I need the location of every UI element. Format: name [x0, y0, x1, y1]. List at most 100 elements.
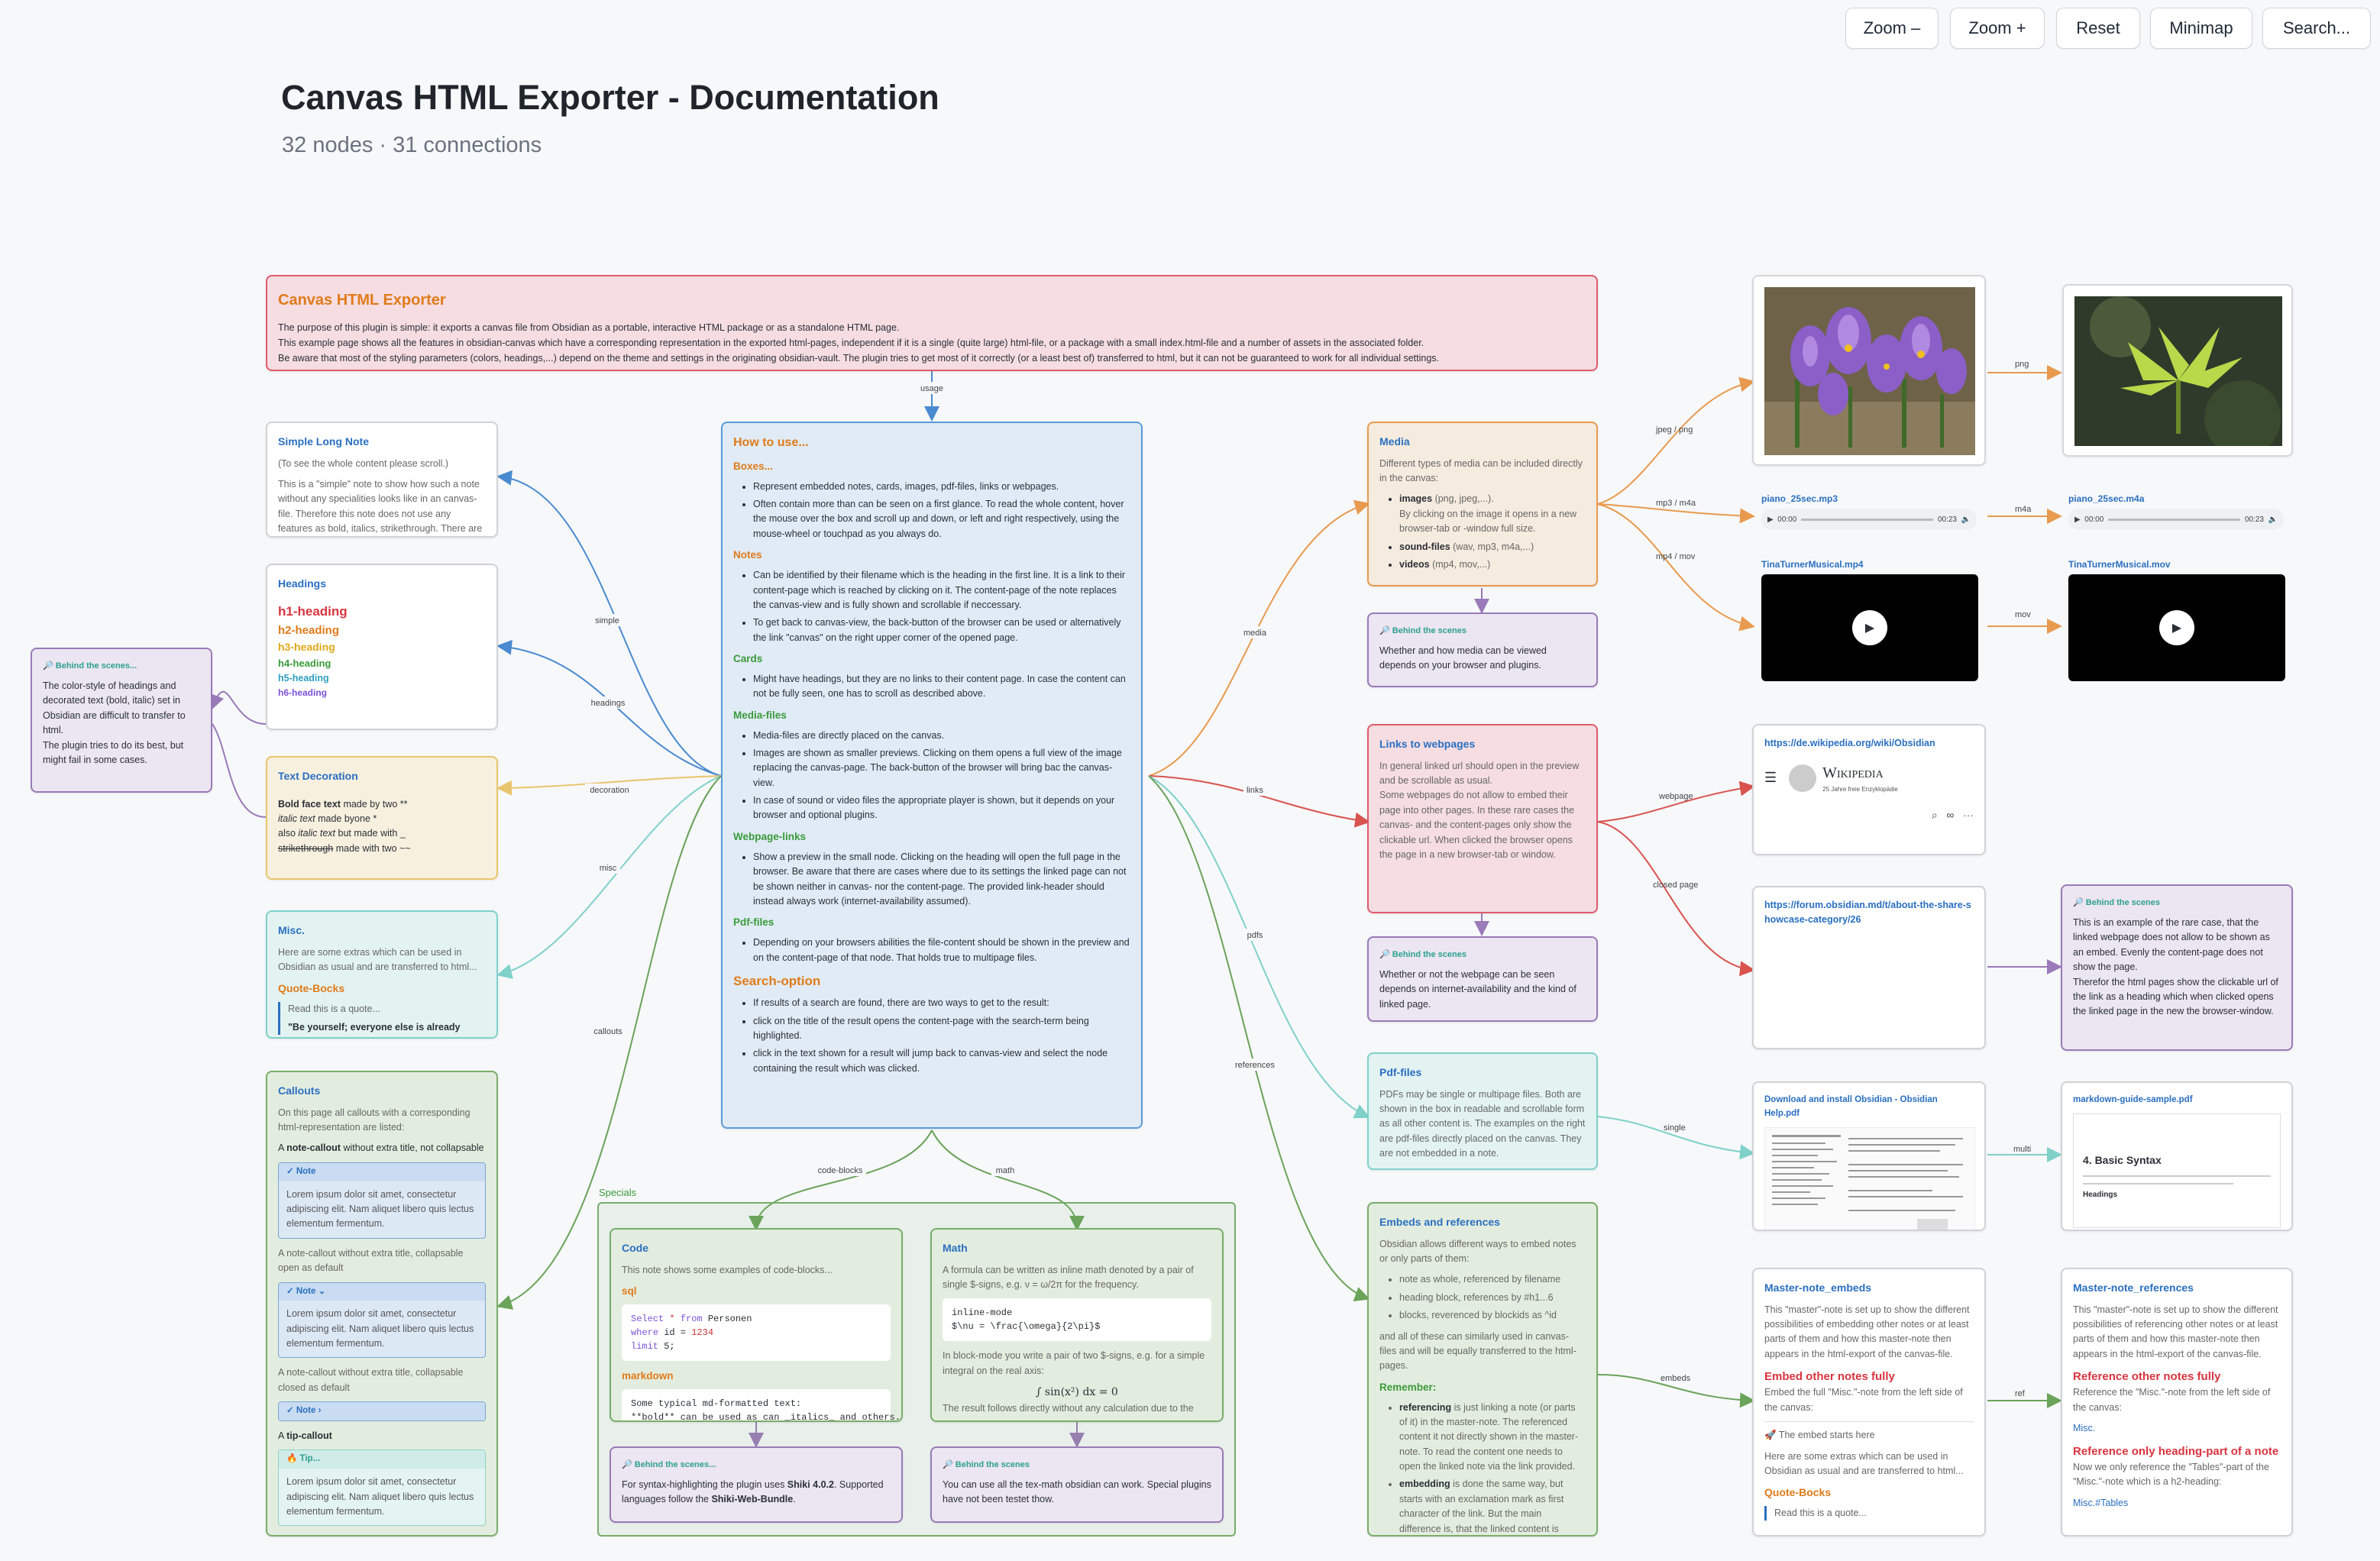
- embeds-text2: and all of these can similarly used in c…: [1379, 1330, 1576, 1372]
- pdf1-title[interactable]: Download and install Obsidian - Obsidian…: [1764, 1094, 1974, 1121]
- callouts-note[interactable]: Callouts On this page all callouts with …: [266, 1071, 498, 1537]
- bts-web-text2: Therefor the html pages show the clickab…: [2073, 976, 2278, 1017]
- math-text3: The result follows directly without any …: [943, 1402, 1194, 1414]
- embeds-references-note[interactable]: Embeds and references Obsidian allows di…: [1367, 1202, 1598, 1537]
- pdf-markdown-guide-node[interactable]: markdown-guide-sample.pdf 4. Basic Synta…: [2061, 1081, 2293, 1231]
- video2-label[interactable]: TinaTurnerMusical.mov: [2068, 559, 2171, 570]
- pdf1-preview[interactable]: [1764, 1126, 1976, 1231]
- pdf-files-note[interactable]: Pdf-files PDFs may be single or multipag…: [1367, 1052, 1598, 1170]
- crocus-image[interactable]: [1764, 287, 1975, 455]
- play-icon[interactable]: ▶: [2159, 610, 2194, 645]
- callouts-intro: On this page all callouts with a corresp…: [278, 1107, 471, 1133]
- howto-search-item: click in the text shown for a result wil…: [753, 1046, 1130, 1076]
- pdf-obsidian-help-node[interactable]: Download and install Obsidian - Obsidian…: [1752, 1081, 1986, 1231]
- decoration-line-strike: strikethrough made with two ~~: [278, 842, 411, 854]
- video1-label[interactable]: TinaTurnerMusical.mp4: [1761, 559, 1864, 570]
- code-title[interactable]: Code: [622, 1240, 891, 1257]
- how-to-use-card[interactable]: How to use... Boxes... Represent embedde…: [721, 422, 1143, 1129]
- audio1-player[interactable]: ▶ 00:00 00:23 🔈: [1761, 509, 1977, 530]
- chestnut-image[interactable]: [2074, 296, 2282, 457]
- howto-search-item: click on the title of the result opens t…: [753, 1014, 1130, 1044]
- edge-links: [1148, 775, 1370, 828]
- master-embeds-title[interactable]: Master-note_embeds: [1764, 1280, 1974, 1297]
- embeds-remember-item: embedding is done the same way, but star…: [1399, 1477, 1586, 1535]
- behind-scenes-headings[interactable]: 🔎 Behind the scenes... The color-style o…: [31, 648, 212, 793]
- crocus-image-node[interactable]: [1752, 275, 1986, 466]
- note-callout-3[interactable]: ✓ Note ›: [278, 1401, 486, 1421]
- master-embeds-qb: Quote-Bocks: [1764, 1486, 1832, 1499]
- howto-notes-heading: Notes: [733, 549, 762, 561]
- math-title[interactable]: Math: [943, 1240, 1211, 1257]
- sql-code-block: Select * from Personen where id = 1234 l…: [622, 1304, 891, 1361]
- howto-media-item: Images are shown as smaller previews. Cl…: [753, 746, 1130, 790]
- behind-scenes-webpage[interactable]: 🔎 Behind the scenes This is an example o…: [2061, 884, 2293, 1051]
- behind-scenes-media[interactable]: 🔎 Behind the scenes Whether and how medi…: [1367, 612, 1598, 687]
- behind-scenes-math[interactable]: 🔎 Behind the scenes You can use all the …: [930, 1446, 1224, 1523]
- embeds-title[interactable]: Embeds and references: [1379, 1214, 1586, 1231]
- chestnut-image-node[interactable]: [2062, 284, 2293, 457]
- more-icon[interactable]: ⋯: [1963, 809, 1974, 821]
- misc-note[interactable]: Misc. Here are some extras which can be …: [266, 910, 498, 1039]
- howto-notes-item: Can be identified by their filename whic…: [753, 568, 1130, 612]
- edge-label-code-blocks: code-blocks: [818, 1166, 863, 1175]
- edge-bts-left2: [212, 723, 267, 818]
- play-icon[interactable]: ▶: [1852, 610, 1887, 645]
- master-note-embeds[interactable]: Master-note_embeds This "master"-note is…: [1752, 1268, 1986, 1537]
- simple-note-title[interactable]: Simple Long Note: [278, 434, 486, 451]
- pdf2-heading: 4. Basic Syntax: [2083, 1153, 2162, 1166]
- media-text: Different types of media can be included…: [1379, 457, 1583, 484]
- edge-label-closed-page: closed page: [1653, 881, 1698, 890]
- play-icon[interactable]: ▶: [2074, 515, 2081, 524]
- tables-reference-link[interactable]: Misc.#Tables: [2073, 1496, 2281, 1511]
- links-note[interactable]: Links to webpages In general linked url …: [1367, 724, 1598, 913]
- forum-url-link[interactable]: https://forum.obsidian.md/t/about-the-sh…: [1764, 898, 1974, 928]
- behind-scenes-links[interactable]: 🔎 Behind the scenes Whether or not the w…: [1367, 936, 1598, 1022]
- bts-links-label: 🔎 Behind the scenes: [1379, 950, 1466, 959]
- simple-long-note[interactable]: Simple Long Note (To see the whole conte…: [266, 422, 498, 538]
- link-icon[interactable]: ∞: [1946, 809, 1954, 821]
- pdf2-preview[interactable]: 4. Basic Syntax Headings: [2073, 1113, 2281, 1228]
- howto-search-item: If results of a search are found, there …: [753, 996, 1130, 1010]
- wikipedia-webpage-node[interactable]: https://de.wikipedia.org/wiki/Obsidian ☰…: [1752, 724, 1986, 855]
- audio2-label[interactable]: piano_25sec.m4a: [2068, 493, 2144, 504]
- behind-scenes-code[interactable]: 🔎 Behind the scenes... For syntax-highli…: [610, 1446, 903, 1523]
- callouts-title[interactable]: Callouts: [278, 1083, 486, 1100]
- decoration-title[interactable]: Text Decoration: [278, 768, 486, 785]
- media-note[interactable]: Media Different types of media can be in…: [1367, 422, 1598, 587]
- edge-label-misc: misc: [600, 864, 617, 873]
- misc-reference-link[interactable]: Misc.: [2073, 1421, 2281, 1436]
- callouts-t2: A note-callout without extra title, coll…: [278, 1247, 464, 1274]
- bts-code-text: For syntax-highlighting the plugin uses …: [622, 1479, 884, 1505]
- video1-player[interactable]: ▶: [1761, 574, 1978, 681]
- video2-player[interactable]: ▶: [2068, 574, 2285, 681]
- obsidian-forum-webpage-node[interactable]: https://forum.obsidian.md/t/about-the-sh…: [1752, 886, 1986, 1049]
- bts-left-text: The color-style of headings and decorate…: [43, 680, 186, 736]
- menu-icon[interactable]: ☰: [1764, 768, 1777, 789]
- media-title[interactable]: Media: [1379, 434, 1586, 451]
- wikipedia-url-link[interactable]: https://de.wikipedia.org/wiki/Obsidian: [1764, 736, 1974, 751]
- volume-icon[interactable]: 🔈: [2268, 515, 2278, 524]
- wrench-icon: 🔎: [43, 661, 56, 671]
- text-decoration-note[interactable]: Text Decoration Bold face text made by t…: [266, 756, 498, 880]
- edge-label-references: references: [1235, 1061, 1275, 1070]
- intro-card[interactable]: Canvas HTML Exporter The purpose of this…: [266, 275, 1598, 371]
- headings-note[interactable]: Headings h1-heading h2-heading h3-headin…: [266, 564, 498, 730]
- pdf-title[interactable]: Pdf-files: [1379, 1065, 1586, 1081]
- search-icon[interactable]: ⌕: [1932, 809, 1938, 821]
- tip-callout: 🔥 Tip... Lorem ipsum dolor sit amet, con…: [278, 1450, 486, 1527]
- math-note[interactable]: Math A formula can be written as inline …: [930, 1228, 1224, 1422]
- audio2-player[interactable]: ▶ 00:00 00:23 🔈: [2068, 509, 2284, 530]
- master-note-references[interactable]: Master-note_references This "master"-not…: [2061, 1268, 2293, 1537]
- volume-icon[interactable]: 🔈: [1961, 515, 1971, 524]
- misc-title[interactable]: Misc.: [278, 923, 486, 939]
- decoration-line-bi: also italic text but made with _: [278, 828, 406, 839]
- headings-title[interactable]: Headings: [278, 576, 486, 593]
- pdf2-title[interactable]: markdown-guide-sample.pdf: [2073, 1094, 2281, 1107]
- code-sql-heading: sql: [622, 1285, 637, 1298]
- links-title[interactable]: Links to webpages: [1379, 736, 1586, 753]
- master-refs-title[interactable]: Master-note_references: [2073, 1280, 2281, 1297]
- note-callout-2[interactable]: ✓ Note ⌄ Lorem ipsum dolor sit amet, con…: [278, 1281, 486, 1359]
- code-note[interactable]: Code This note shows some examples of co…: [610, 1228, 903, 1422]
- embeds-text: Obsidian allows different ways to embed …: [1379, 1238, 1576, 1265]
- play-icon[interactable]: ▶: [1767, 515, 1774, 524]
